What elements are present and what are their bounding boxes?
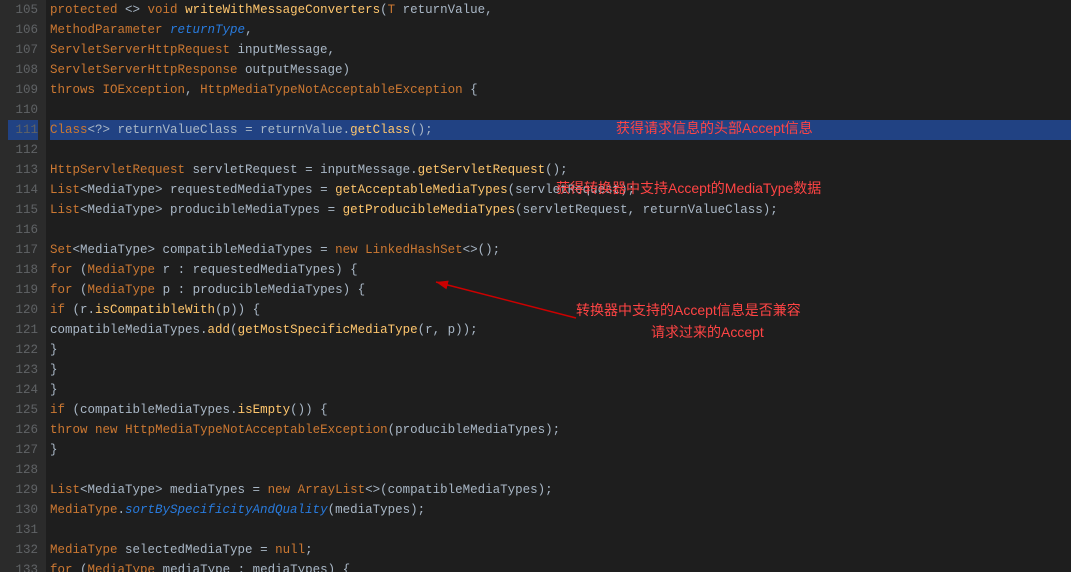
code-line-118: for (MediaType r : requestedMediaTypes) … <box>50 260 1071 280</box>
code-line-130: MediaType.sortBySpecificityAndQuality(me… <box>50 500 1071 520</box>
code-line-107: ServletServerHttpRequest inputMessage, <box>50 40 1071 60</box>
code-line-119: for (MediaType p : producibleMediaTypes)… <box>50 280 1071 300</box>
code-line-124: } <box>50 380 1071 400</box>
code-line-128 <box>50 460 1071 480</box>
code-line-132: MediaType selectedMediaType = null; <box>50 540 1071 560</box>
code-editor: 1051061071081091101111121131141151161171… <box>0 0 1071 572</box>
code-line-105: protected <> void writeWithMessageConver… <box>50 0 1071 20</box>
code-lines[interactable]: protected <> void writeWithMessageConver… <box>46 0 1071 572</box>
line-numbers: 1051061071081091101111121131141151161171… <box>0 0 46 572</box>
code-line-115: List<MediaType> producibleMediaTypes = g… <box>50 200 1071 220</box>
code-line-129: List<MediaType> mediaTypes = new ArrayLi… <box>50 480 1071 500</box>
code-line-112 <box>50 140 1071 160</box>
code-line-120: if (r.isCompatibleWith(p)) { <box>50 300 1071 320</box>
code-line-127: } <box>50 440 1071 460</box>
code-line-122: } <box>50 340 1071 360</box>
code-line-126: throw new HttpMediaTypeNotAcceptableExce… <box>50 420 1071 440</box>
code-line-133: for (MediaType mediaType : mediaTypes) { <box>50 560 1071 572</box>
code-line-116 <box>50 220 1071 240</box>
code-line-125: if (compatibleMediaTypes.isEmpty()) { <box>50 400 1071 420</box>
code-line-131 <box>50 520 1071 540</box>
code-line-110 <box>50 100 1071 120</box>
code-line-111: ! Class<?> returnValueClass = returnValu… <box>50 120 1071 140</box>
code-line-117: Set<MediaType> compatibleMediaTypes = ne… <box>50 240 1071 260</box>
code-line-123: } <box>50 360 1071 380</box>
code-line-106: MethodParameter returnType, <box>50 20 1071 40</box>
code-line-121: compatibleMediaTypes.add(getMostSpecific… <box>50 320 1071 340</box>
code-line-113: HttpServletRequest servletRequest = inpu… <box>50 160 1071 180</box>
code-line-114: List<MediaType> requestedMediaTypes = ge… <box>50 180 1071 200</box>
code-line-108: ServletServerHttpResponse outputMessage) <box>50 60 1071 80</box>
code-line-109: ▼ throws IOException, HttpMediaTypeNotAc… <box>50 80 1071 100</box>
